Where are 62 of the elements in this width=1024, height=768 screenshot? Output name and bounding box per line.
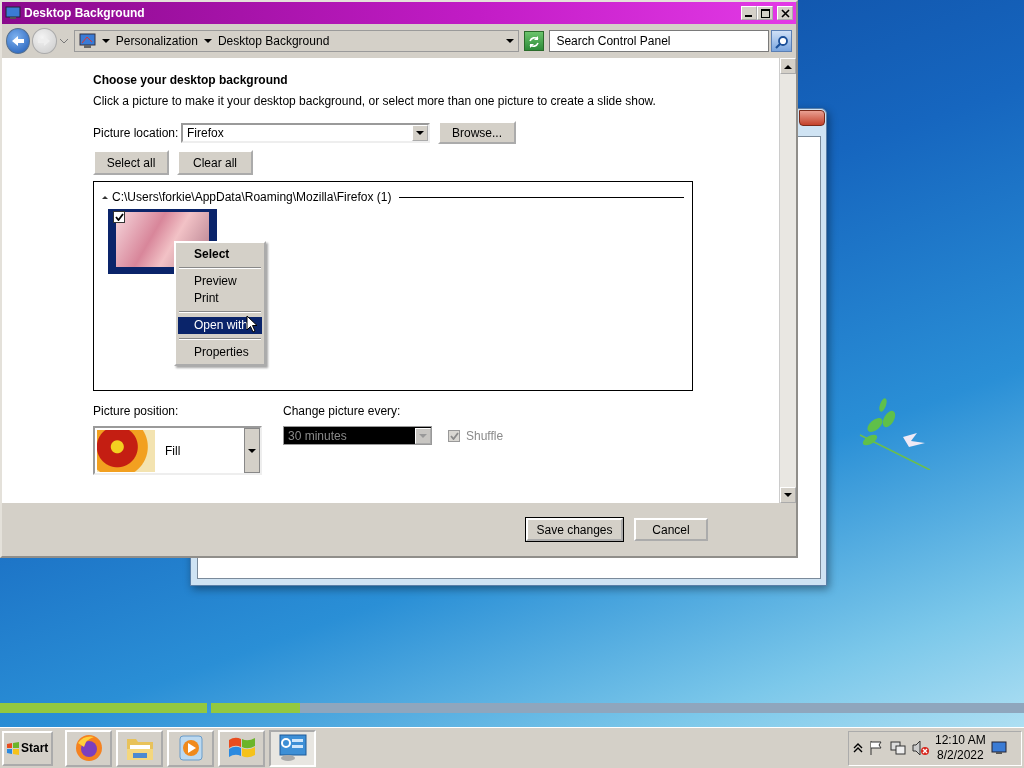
breadcrumb[interactable]: Desktop Background: [217, 32, 330, 50]
picture-position-dropdown[interactable]: Fill: [93, 426, 262, 475]
collapse-arrow-icon[interactable]: [102, 194, 108, 200]
select-button[interactable]: Clear all: [177, 150, 253, 175]
monitor-icon: [78, 33, 96, 49]
menu-item[interactable]: Open with: [178, 317, 262, 334]
taskbar-button[interactable]: [116, 729, 163, 767]
show-desktop-icon[interactable]: [990, 741, 1007, 755]
menu-item[interactable]: Select: [178, 246, 262, 263]
browse-button[interactable]: Browse...: [438, 121, 516, 144]
down-arrow-icon: [784, 492, 792, 498]
flag-icon[interactable]: [868, 740, 884, 756]
refresh-button[interactable]: [523, 31, 545, 51]
menu-item[interactable]: Preview: [178, 273, 262, 290]
checkbox-label: Shuffle: [466, 427, 504, 445]
breadcrumb-arrow-icon[interactable]: [101, 39, 110, 43]
network-icon[interactable]: [889, 740, 907, 756]
checkbox[interactable]: [113, 211, 125, 223]
close-icon: [780, 8, 790, 18]
breadcrumb-arrow-icon[interactable]: [203, 39, 212, 43]
select-button[interactable]: Select all: [93, 150, 169, 175]
monitor-icon: [5, 6, 21, 20]
menu-item[interactable]: Properties: [178, 344, 262, 361]
search-icon: [774, 34, 789, 49]
chevron-up-icon[interactable]: [853, 742, 863, 754]
field-label: Change picture every:: [283, 403, 402, 420]
taskbar-button[interactable]: [218, 729, 265, 767]
description: Click a picture to make it your desktop background, or select more than one picture to create a slide show.: [93, 93, 657, 110]
windows-logo-icon: [6, 741, 20, 755]
taskbar-button[interactable]: [65, 729, 112, 767]
photo-placeholder: [97, 429, 155, 472]
breadcrumb[interactable]: Personalization: [115, 32, 198, 50]
control-panel-icon: [277, 733, 308, 763]
cursor-icon: [246, 315, 258, 334]
browser-icon: [73, 733, 104, 763]
search-button[interactable]: [771, 30, 792, 52]
field-label: Picture position:: [93, 403, 180, 420]
media-player-icon: [177, 733, 204, 763]
window-title: Desktop Background: [24, 5, 145, 22]
field-label: Picture location:: [93, 124, 180, 142]
scroll-down-button[interactable]: [780, 487, 796, 503]
back-arrow-icon: [11, 35, 26, 47]
address-bar[interactable]: Personalization Desktop Background: [73, 30, 519, 52]
picture-location-dropdown[interactable]: Firefox: [181, 122, 430, 143]
maximize-icon: [760, 8, 770, 18]
dropdown-icon[interactable]: [505, 39, 514, 43]
clock[interactable]: 12:10 AM 8/2/2022: [935, 733, 986, 763]
taskbar-button[interactable]: [269, 729, 316, 767]
search-field[interactable]: Search Control Panel: [549, 30, 770, 52]
menu-item[interactable]: Print: [178, 290, 262, 307]
folder-path: C:\Users\forkie\AppData\Roaming\Mozilla\Firefox (1): [112, 189, 392, 206]
heading: Choose your desktop background: [93, 72, 289, 89]
start-button[interactable]: Start: [2, 730, 53, 766]
muted-speaker-icon[interactable]: [912, 740, 930, 756]
back-button[interactable]: [6, 28, 31, 54]
dialog-button[interactable]: Save changes: [526, 518, 623, 541]
dialog-button[interactable]: Cancel: [634, 518, 708, 541]
minimize-button[interactable]: [741, 6, 757, 20]
up-arrow-icon: [784, 63, 792, 69]
scroll-up-button[interactable]: [780, 58, 796, 74]
refresh-icon: [527, 34, 542, 49]
maximize-button[interactable]: [757, 6, 773, 20]
